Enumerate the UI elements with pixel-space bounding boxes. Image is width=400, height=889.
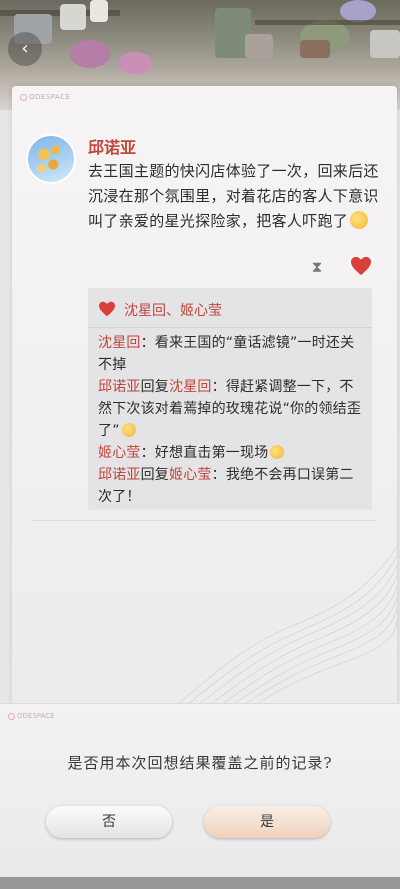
commenter-name: 姬心莹 (98, 445, 141, 461)
laugh-emoji-icon (270, 445, 285, 459)
decorative-wave-lines (152, 545, 397, 726)
comment-text: ：好想直击第一现场 (140, 445, 269, 461)
likes-names: 沈星回、姬心莹 (124, 303, 222, 319)
post-author-name: 邱诺亚 (88, 138, 137, 157)
commenter-name: 邱诺亚 (98, 379, 141, 395)
dialog-brand-logo: ODESPACE (8, 712, 55, 720)
commenter-name: 沈星回 (98, 335, 141, 351)
overwrite-dialog: ODESPACE 是否用本次回想结果覆盖之前的记录? 否 是 (0, 703, 400, 877)
author-avatar[interactable] (26, 134, 76, 184)
comment-item[interactable]: 姬心莹：好想直击第一现场 (98, 442, 366, 464)
comments-divider (88, 327, 372, 328)
card-divider (32, 520, 377, 521)
post-text-body: 去王国主题的快闪店体验了一次，回来后还沉浸在那个氛围里，对着花店的客人下意识叫了… (88, 162, 379, 230)
shy-face-emoji-icon (350, 211, 369, 229)
back-button[interactable]: ‹ (8, 32, 42, 66)
card-brand-logo: ODESPACE (20, 93, 71, 101)
hourglass-icon[interactable]: ⧗ (310, 258, 324, 276)
comment-item[interactable]: 邱诺亚回复沈星回：得赶紧调整一下，不然下次该对着蔫掉的玫瑰花说“你的领结歪了” (98, 376, 366, 442)
reply-to-name: 沈星回 (169, 379, 212, 395)
memory-card: ODESPACE 邱诺亚 去王国主题的快闪店体验了一次，回来后还沉浸在那个氛围里… (12, 86, 397, 726)
reply-word: 回复 (140, 467, 170, 483)
commenter-name: 邱诺亚 (98, 467, 141, 483)
like-heart-icon (99, 301, 115, 317)
comments-panel: 沈星回、姬心莹 沈星回：看来王国的“童话滤镜”一时还关不掉 邱诺亚回复沈星回：得… (88, 288, 372, 510)
yes-button[interactable]: 是 (204, 806, 330, 838)
no-button[interactable]: 否 (46, 806, 172, 838)
reply-to-name: 姬心莹 (169, 467, 212, 483)
comment-list: 沈星回：看来王国的“童话滤镜”一时还关不掉 邱诺亚回复沈星回：得赶紧调整一下，不… (98, 332, 366, 508)
comment-item[interactable]: 邱诺亚回复姬心莹：我绝不会再口误第二次了！ (98, 464, 366, 508)
reply-word: 回复 (140, 379, 170, 395)
comment-item[interactable]: 沈星回：看来王国的“童话滤镜”一时还关不掉 (98, 332, 366, 376)
bottom-edge (0, 877, 400, 889)
heart-icon[interactable] (350, 256, 372, 276)
chevron-left-icon: ‹ (21, 38, 29, 59)
smile-emoji-icon (121, 423, 136, 437)
dialog-question: 是否用本次回想结果覆盖之前的记录? (67, 754, 333, 772)
post-text: 去王国主题的快闪店体验了一次，回来后还沉浸在那个氛围里，对着花店的客人下意识叫了… (88, 159, 388, 234)
